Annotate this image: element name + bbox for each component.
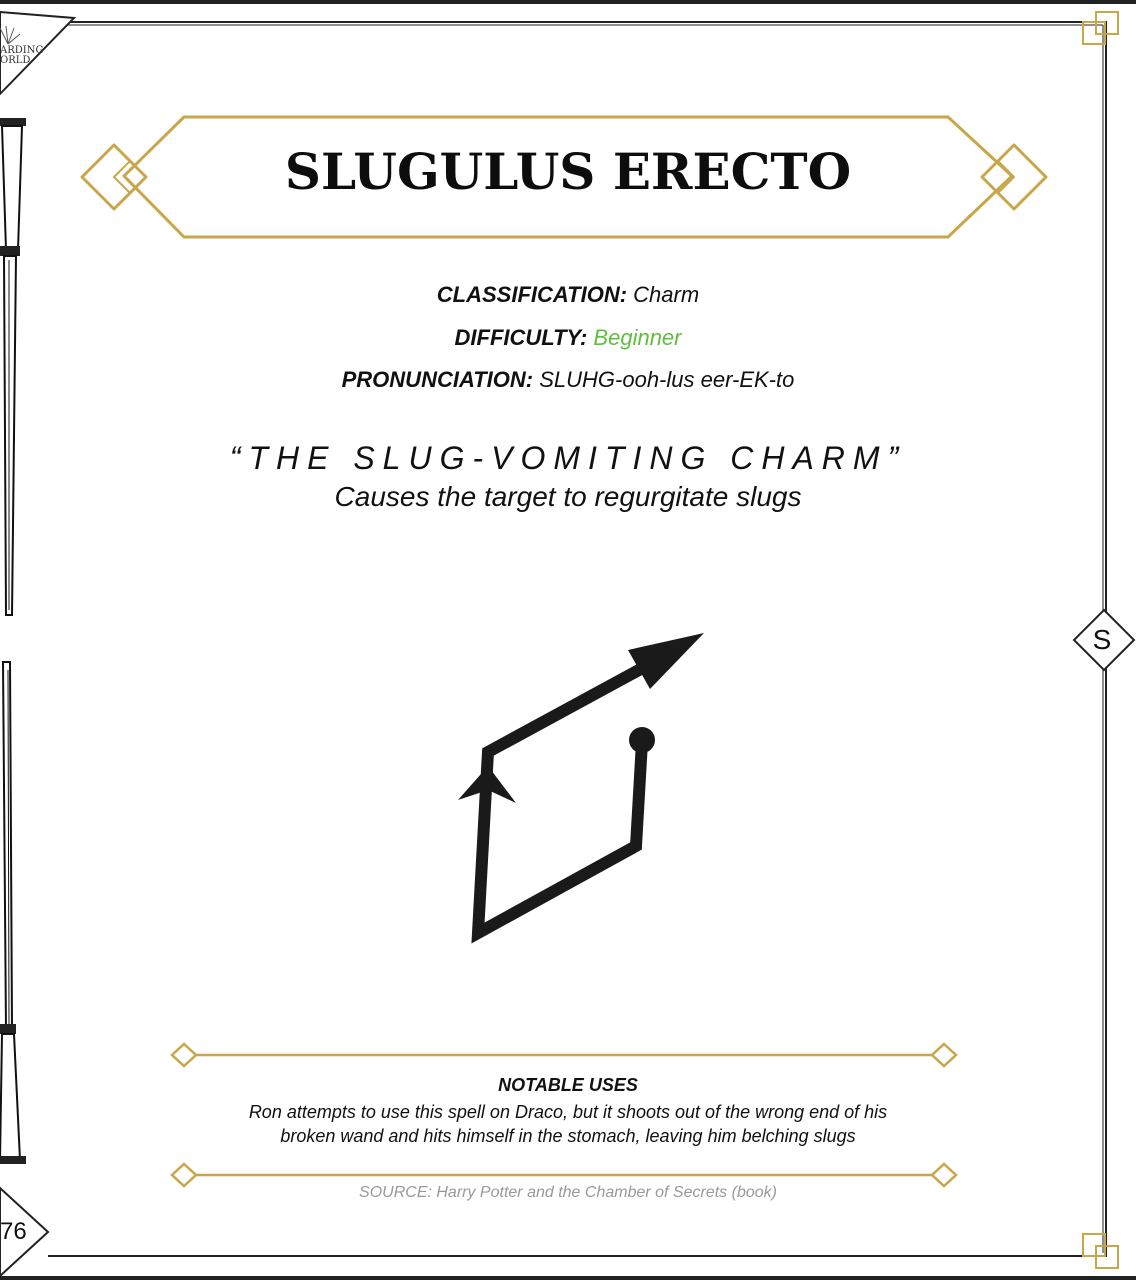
gold-corner-ornament-top: [1082, 11, 1119, 45]
gold-divider-bottom: [170, 1162, 958, 1188]
pronunciation-value: SLUHG-ooh-lus eer-EK-to: [539, 367, 795, 392]
spell-title: SLUGULUS ERECTO: [284, 142, 852, 201]
notable-uses-heading: NOTABLE USES: [498, 1075, 638, 1095]
wand-motion-diagram: [458, 633, 704, 944]
pronunciation-row: PRONUNCIATION: SLUHG-ooh-lus eer-EK-to: [0, 367, 1136, 393]
page-border: [48, 21, 1107, 1257]
difficulty-value: Beginner: [593, 325, 682, 350]
difficulty-row: DIFFICULTY: Beginner: [0, 325, 1136, 351]
page-number: 76: [0, 1218, 27, 1245]
wand-illustration: [0, 118, 26, 1164]
notable-uses-text: Ron attempts to use this spell on Draco,…: [248, 1102, 888, 1146]
difficulty-label: DIFFICULTY:: [454, 325, 588, 350]
logo-line-2: ORLD: [0, 55, 31, 66]
classification-label: CLASSIFICATION:: [436, 282, 628, 307]
classification-row: CLASSIFICATION: Charm: [0, 282, 1136, 308]
spell-nickname: “THE SLUG-VOMITING CHARM”: [229, 440, 907, 476]
wizarding-world-logo-text: ARDING ORLD: [0, 46, 43, 66]
spell-description: Causes the target to regurgitate slugs: [334, 481, 802, 512]
section-tab-letter[interactable]: S: [1086, 624, 1118, 656]
pronunciation-label: PRONUNCIATION:: [341, 367, 534, 392]
classification-value: Charm: [633, 282, 700, 307]
gold-divider-top: [170, 1042, 958, 1068]
source-citation: SOURCE: Harry Potter and the Chamber of …: [359, 1184, 777, 1201]
gold-corner-ornament-bottom: [1082, 1233, 1119, 1269]
